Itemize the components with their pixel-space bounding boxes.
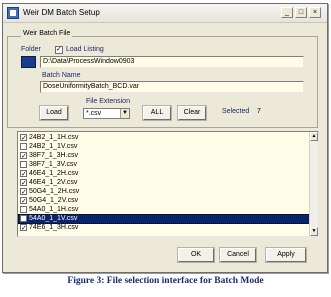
- file-checkbox[interactable]: [20, 169, 27, 179]
- file-checkbox[interactable]: [20, 133, 27, 143]
- folder-path-field[interactable]: D:\Data\ProcessWindow0903: [40, 56, 304, 68]
- batch-name-label: Batch Name: [42, 72, 81, 79]
- cancel-button[interactable]: Cancel: [220, 248, 256, 262]
- file-checkbox[interactable]: [20, 178, 27, 188]
- file-extension-label: File Extension: [86, 98, 130, 105]
- file-checkbox[interactable]: [20, 143, 27, 150]
- scroll-down-icon[interactable]: ▼: [310, 227, 318, 236]
- minimize-button[interactable]: _: [281, 7, 293, 18]
- file-checkbox[interactable]: [20, 215, 27, 222]
- file-extension-value: *.csv: [86, 110, 102, 117]
- chevron-down-icon[interactable]: ▼: [120, 109, 129, 118]
- list-item[interactable]: 74E6_1_3H.csv: [18, 223, 310, 233]
- title-bar[interactable]: Weir DM Batch Setup _ □ ×: [3, 4, 327, 23]
- browse-folder-button[interactable]: [21, 56, 36, 68]
- load-listing-label: Load Listing: [66, 46, 104, 53]
- file-checkbox[interactable]: [20, 196, 27, 206]
- file-checkbox[interactable]: [20, 206, 27, 213]
- close-button[interactable]: ×: [309, 7, 321, 18]
- app-icon: [7, 7, 19, 19]
- group-legend: Weir Batch File: [21, 30, 73, 37]
- apply-button[interactable]: Apply: [266, 248, 306, 262]
- window-title: Weir DM Batch Setup: [23, 8, 100, 17]
- selected-count: 7: [257, 108, 261, 115]
- list-scrollbar[interactable]: ▲ ▼: [309, 132, 318, 236]
- file-checkbox[interactable]: [20, 161, 27, 168]
- batch-name-field[interactable]: DoseUniformityBatch_BCD.var: [40, 81, 304, 93]
- file-extension-select[interactable]: *.csv ▼: [83, 108, 130, 119]
- file-list[interactable]: 24B2_1_1H.csv 24B2_1_1V.csv 38F7_1_3H.cs…: [17, 131, 319, 237]
- figure-caption: Figure 3: File selection interface for B…: [67, 276, 264, 286]
- load-listing-checkbox[interactable]: [55, 45, 63, 54]
- file-checkbox[interactable]: [20, 151, 27, 161]
- ok-button[interactable]: OK: [178, 248, 214, 262]
- load-button[interactable]: Load: [40, 106, 68, 120]
- file-checkbox[interactable]: [20, 223, 27, 233]
- selected-label: Selected: [222, 108, 250, 115]
- select-all-button[interactable]: ALL: [143, 106, 171, 120]
- folder-label: Folder: [21, 46, 41, 53]
- clear-button[interactable]: Clear: [178, 106, 206, 120]
- maximize-button[interactable]: □: [295, 7, 307, 18]
- scroll-up-icon[interactable]: ▲: [310, 132, 318, 141]
- file-checkbox[interactable]: [20, 187, 27, 197]
